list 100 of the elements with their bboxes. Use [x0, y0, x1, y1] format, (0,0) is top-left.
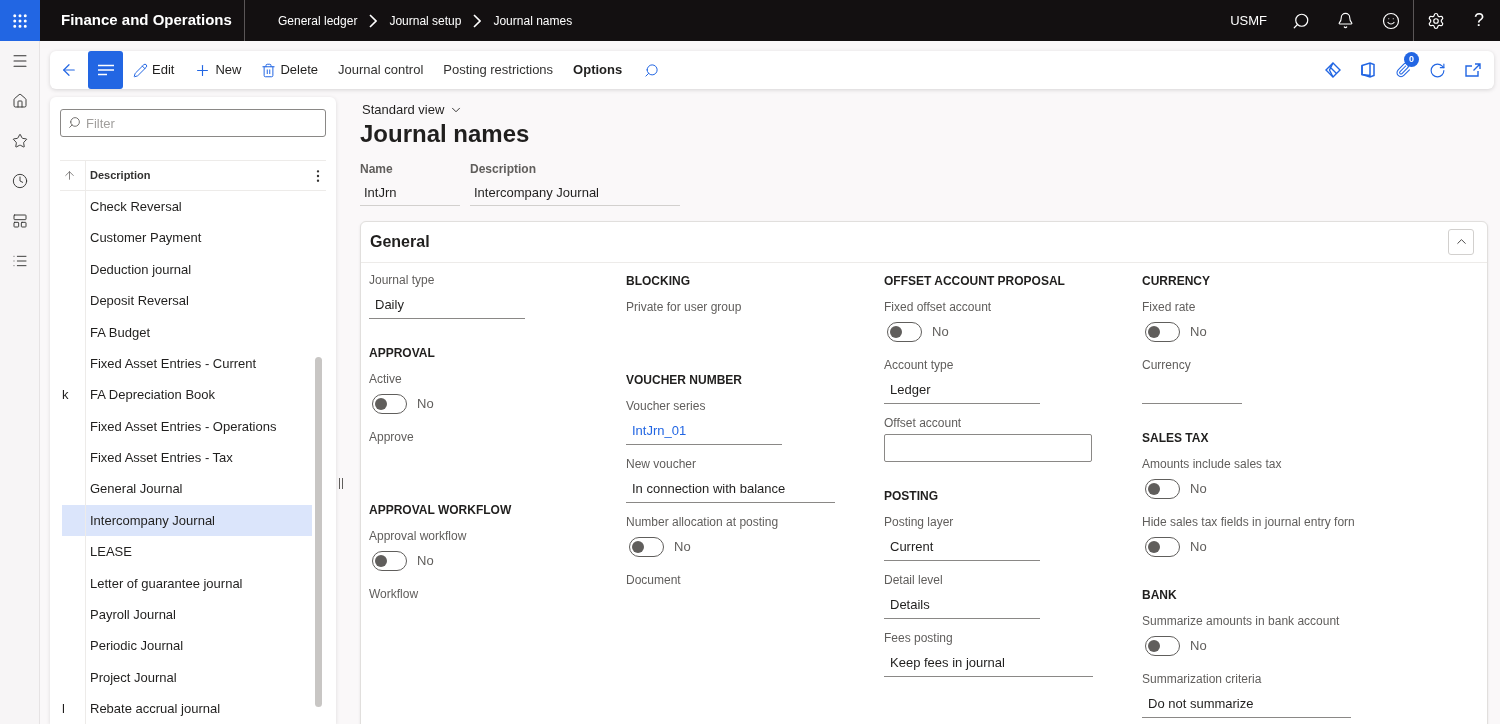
grid-cell-text: Payroll Journal — [89, 606, 176, 624]
field-label: Document — [626, 571, 681, 589]
list-row[interactable]: Check Reversal — [62, 191, 312, 223]
settings-icon[interactable] — [1427, 11, 1445, 30]
scrollbar-thumb[interactable] — [315, 357, 322, 707]
clock-icon[interactable] — [11, 173, 28, 189]
search-icon[interactable] — [1291, 11, 1310, 30]
home-icon[interactable] — [11, 93, 28, 109]
list-row[interactable]: Fixed Asset Entries - Tax — [62, 442, 312, 474]
text-field[interactable]: Do not summarize — [1142, 689, 1351, 718]
list-row[interactable]: k FA Depreciation Book — [62, 379, 312, 411]
field-label: Summarization criteria — [1142, 670, 1262, 688]
sort-ascending-icon[interactable] — [63, 169, 76, 182]
action-button[interactable]: Delete — [251, 51, 328, 89]
text-field[interactable]: Current — [884, 532, 1040, 561]
list-row[interactable]: Fixed Asset Entries - Operations — [62, 410, 312, 443]
toggle-state-text: No — [674, 537, 691, 556]
field-label: New voucher — [626, 455, 697, 473]
toggle-switch[interactable] — [1145, 536, 1180, 557]
list-row[interactable]: Customer Payment — [62, 222, 312, 254]
text-field[interactable]: Ledger — [884, 375, 1040, 404]
list-row[interactable]: Deposit Reversal — [62, 285, 312, 317]
link-field[interactable]: IntJrn_01 — [626, 416, 782, 445]
grid-cell-text: FA Budget — [89, 323, 150, 342]
open-in-new-window-icon[interactable] — [1464, 63, 1481, 77]
list-row[interactable]: LEASE — [62, 536, 312, 568]
list-row[interactable]: General Journal — [62, 473, 312, 505]
waffle-icon — [11, 11, 29, 30]
grid-cell-text: Letter of guarantee journal — [89, 574, 243, 593]
list-row[interactable]: Fixed Asset Entries - Current — [62, 347, 312, 380]
bell-icon[interactable] — [1337, 12, 1354, 29]
text-input[interactable] — [884, 433, 1092, 462]
list-row[interactable]: Deduction journal — [62, 253, 312, 286]
toggle-state-text: No — [1190, 636, 1207, 655]
list-row[interactable]: Letter of guarantee journal — [62, 567, 312, 600]
app-launcher-button[interactable] — [0, 0, 40, 41]
smiley-icon[interactable] — [1381, 11, 1400, 30]
paperclip-icon[interactable] — [1394, 62, 1411, 78]
view-selector[interactable]: Standard view — [362, 100, 464, 120]
section-title[interactable]: General — [370, 229, 430, 254]
toggle-switch[interactable] — [372, 550, 407, 571]
text-field[interactable]: In connection with balance — [626, 474, 835, 503]
column-header[interactable]: Description — [86, 167, 151, 184]
menu-icon[interactable] — [10, 52, 29, 70]
list-row[interactable]: Periodic Journal — [62, 630, 312, 662]
refresh-icon[interactable] — [1429, 61, 1446, 79]
app-title[interactable]: Finance and Operations — [61, 9, 232, 32]
group-heading: OFFSET ACCOUNT PROPOSAL — [884, 272, 1065, 290]
list-row[interactable]: Project Journal — [62, 661, 312, 694]
action-tab[interactable]: Posting restrictions — [433, 51, 564, 89]
help-button[interactable]: ? — [1474, 7, 1484, 34]
grid-cell-text: l — [62, 700, 65, 719]
group-heading: BLOCKING — [626, 272, 690, 290]
star-icon[interactable] — [11, 133, 28, 149]
list-row[interactable]: FA Budget — [62, 316, 312, 348]
grid-cell-text: LEASE — [89, 543, 132, 562]
form-view-button[interactable] — [88, 51, 123, 89]
list-row[interactable]: l Rebate accrual journal — [62, 693, 312, 724]
action-button[interactable]: Edit — [123, 51, 185, 89]
toggle-switch[interactable] — [1145, 635, 1180, 656]
breadcrumb-link[interactable]: General ledger — [278, 11, 358, 30]
toggle-switch[interactable] — [1145, 478, 1180, 499]
text-field[interactable]: Details — [884, 590, 1040, 619]
grid-cell-text: Intercompany Journal — [89, 511, 215, 530]
grid-cell-text: Fixed Asset Entries - Tax — [89, 449, 233, 468]
toggle-state-text: No — [1190, 322, 1207, 341]
action-tab[interactable]: Options — [563, 51, 633, 89]
toggle-switch[interactable] — [1145, 321, 1180, 342]
list-row[interactable]: Payroll Journal — [62, 599, 312, 631]
grid-cell-text: FA Depreciation Book — [89, 386, 216, 405]
search-icon — [68, 116, 81, 129]
text-field[interactable]: Daily — [369, 290, 525, 319]
diamond-icon[interactable] — [1324, 62, 1341, 78]
breadcrumb-link[interactable]: Journal setup — [389, 11, 462, 30]
list-icon[interactable] — [11, 253, 28, 269]
grid-cell-text: Customer Payment — [89, 229, 202, 248]
action-tab[interactable]: Journal control — [328, 51, 434, 89]
trash-icon — [261, 62, 277, 78]
action-button[interactable]: New — [184, 51, 252, 89]
toggle-state-text: No — [932, 322, 949, 341]
text-field[interactable]: IntJrn — [360, 179, 460, 206]
text-field[interactable]: Keep fees in journal — [884, 648, 1093, 677]
grid-cell-text: Fixed Asset Entries - Operations — [89, 417, 277, 436]
toggle-switch[interactable] — [629, 536, 664, 557]
field-label: Fixed rate — [1142, 298, 1196, 316]
layout-icon[interactable] — [11, 213, 28, 229]
office-icon[interactable] — [1360, 62, 1375, 78]
text-field[interactable]: Intercompany Journal — [470, 179, 680, 206]
splitter-handle-icon[interactable] — [339, 478, 343, 489]
toggle-switch[interactable] — [887, 321, 922, 342]
filter-field[interactable]: Filter — [60, 109, 326, 137]
list-row[interactable]: Intercompany Journal — [62, 504, 312, 537]
toggle-switch[interactable] — [372, 393, 407, 414]
field-label: Approval workflow — [369, 527, 467, 545]
company-selector[interactable]: USMF — [1230, 10, 1267, 31]
grid-cell-text: k — [62, 386, 69, 405]
breadcrumb-link[interactable]: Journal names — [493, 11, 573, 30]
grid-cell-text: Project Journal — [89, 668, 177, 687]
group-heading: CURRENCY — [1142, 272, 1210, 290]
field-label: Hide sales tax fields in journal entry forn — [1142, 513, 1355, 531]
